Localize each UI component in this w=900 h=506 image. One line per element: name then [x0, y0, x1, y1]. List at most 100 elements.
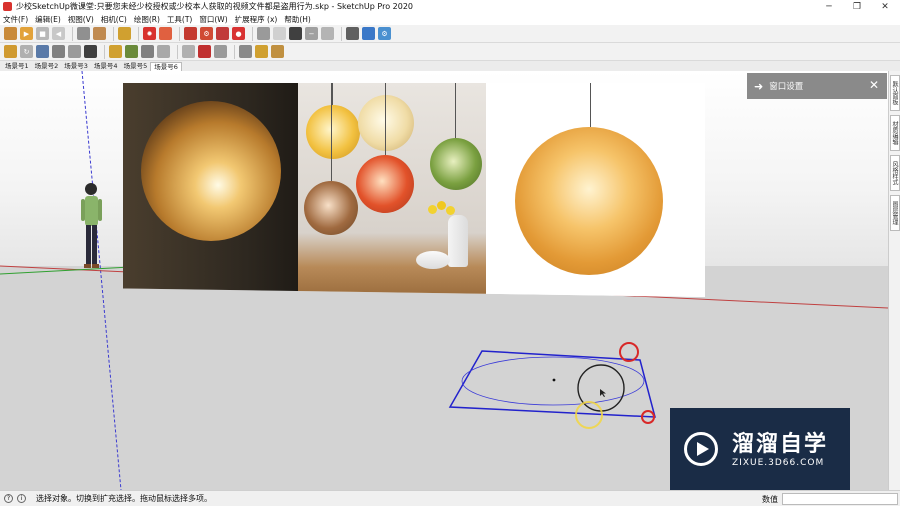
close-icon: ✕	[881, 1, 889, 12]
vray-button-1[interactable]	[4, 45, 17, 58]
vray-button-15[interactable]	[255, 45, 268, 58]
vray-button-6[interactable]	[84, 45, 97, 58]
toolbar-separator	[179, 26, 180, 41]
toolbar-row-1: ▶ ■ ◀ ✹ ⚙ ● − ⚙	[0, 25, 900, 43]
menu-file[interactable]: 文件(F)	[3, 14, 28, 25]
side-tab-layers[interactable]: 图层管理	[890, 195, 900, 231]
gear-icon: ⚙	[203, 29, 210, 38]
title-bar: 少校SketchUp微课堂:只要您未经少校授权或少校本人获取的视频文件都是盗用行…	[0, 0, 900, 13]
scene-tab-6[interactable]: 场景号6	[150, 62, 182, 71]
play-button[interactable]: ▶	[20, 27, 33, 40]
menu-view[interactable]: 视图(V)	[68, 14, 94, 25]
vray-button-12[interactable]	[198, 45, 211, 58]
vray-button-2[interactable]: ↻	[20, 45, 33, 58]
endpoint-inference-marker	[619, 342, 639, 362]
logo-url: ZIXUE.3D66.COM	[732, 458, 825, 468]
menu-bar: 文件(F) 编辑(E) 视图(V) 相机(C) 绘图(R) 工具(T) 窗口(W…	[0, 13, 900, 25]
scene-tab-3[interactable]: 场景号3	[61, 62, 91, 71]
vray-button-5[interactable]	[68, 45, 81, 58]
sun-settings-button[interactable]: ✹	[143, 27, 156, 40]
vray-button-16[interactable]	[271, 45, 284, 58]
arrow-cursor-icon	[600, 389, 606, 397]
vray-button-11[interactable]	[182, 45, 195, 58]
vray-button-9[interactable]	[141, 45, 154, 58]
scene-tabs: 场景号1 场景号2 场景号3 场景号4 场景号5 场景号6	[0, 61, 900, 71]
gear-settings-button[interactable]: ⚙	[378, 27, 391, 40]
file-button-3[interactable]	[289, 27, 302, 40]
menu-help[interactable]: 帮助(H)	[284, 14, 311, 25]
side-tab-strip: 默认面板 材质编辑 风格样式 图层管理	[888, 71, 900, 490]
center-point	[552, 378, 556, 382]
scene-tab-2[interactable]: 场景号2	[32, 62, 62, 71]
info-icon[interactable]: i	[17, 494, 26, 503]
axes-button[interactable]	[346, 27, 359, 40]
measurements-input[interactable]	[782, 493, 898, 505]
vray-button-8[interactable]	[125, 45, 138, 58]
side-tab-styles[interactable]: 风格样式	[890, 155, 900, 191]
measure-button[interactable]	[93, 27, 106, 40]
menu-draw[interactable]: 绘图(R)	[134, 14, 160, 25]
vray-button-14[interactable]	[239, 45, 252, 58]
menu-tools[interactable]: 工具(T)	[167, 14, 192, 25]
restore-icon: ❐	[852, 1, 862, 12]
vray-button-13[interactable]	[214, 45, 227, 58]
menu-window[interactable]: 窗口(W)	[199, 14, 227, 25]
minimize-button[interactable]: ─	[815, 0, 843, 13]
vray-button-3[interactable]	[36, 45, 49, 58]
lock-button[interactable]	[118, 27, 131, 40]
previous-button[interactable]: ◀	[52, 27, 65, 40]
toolbar-separator	[234, 44, 235, 59]
push-pin-button[interactable]	[77, 27, 90, 40]
render-button-4[interactable]: ●	[232, 27, 245, 40]
toolbar-separator	[341, 26, 342, 41]
file-button-4[interactable]: −	[305, 27, 318, 40]
render-button-2[interactable]: ⚙	[200, 27, 213, 40]
measurements-label: 数值	[762, 495, 778, 504]
toolbar-row-2: ↻	[0, 43, 900, 61]
toolbar-separator	[72, 26, 73, 41]
menu-camera[interactable]: 相机(C)	[101, 14, 127, 25]
play-icon: ▶	[23, 29, 30, 38]
scene-tab-1[interactable]: 场景号1	[2, 62, 32, 71]
side-tab-materials[interactable]: 材质编辑	[890, 115, 900, 151]
tray-title: 窗口设置	[769, 82, 804, 92]
play-logo-icon	[684, 432, 718, 466]
tray-close-icon[interactable]: ✕	[869, 78, 879, 92]
circle-cursor	[577, 364, 625, 412]
refresh-icon: ↻	[23, 47, 30, 56]
file-button-1[interactable]	[257, 27, 270, 40]
vray-button-7[interactable]	[109, 45, 122, 58]
target-button[interactable]	[159, 27, 172, 40]
vray-button-4[interactable]	[52, 45, 65, 58]
side-tab-default[interactable]: 默认面板	[890, 75, 900, 111]
previous-icon: ◀	[55, 29, 62, 38]
render-button-3[interactable]	[216, 27, 229, 40]
toolbar-separator	[138, 26, 139, 41]
logo-brand: 溜溜自学	[732, 432, 829, 457]
tray-window-settings[interactable]: ➜ 窗口设置 ✕	[747, 73, 887, 99]
settings-icon: ⚙	[381, 29, 388, 38]
close-window-button[interactable]: ✕	[871, 0, 899, 13]
minimize-icon: ─	[826, 1, 832, 12]
vray-button-10[interactable]	[157, 45, 170, 58]
scene-tab-5[interactable]: 场景号5	[121, 62, 151, 71]
building-button[interactable]	[362, 27, 375, 40]
toolbar-separator	[177, 44, 178, 59]
file-button-5[interactable]	[321, 27, 334, 40]
select-tool-button[interactable]	[4, 27, 17, 40]
window-title: 少校SketchUp微课堂:只要您未经少校授权或少校本人获取的视频文件都是盗用行…	[16, 2, 413, 11]
toolbar-separator	[113, 26, 114, 41]
stop-button[interactable]: ■	[36, 27, 49, 40]
toolbar-separator	[104, 44, 105, 59]
scene-tab-4[interactable]: 场景号4	[91, 62, 121, 71]
menu-extensions[interactable]: 扩展程序 (x)	[235, 14, 278, 25]
sketchup-app-icon	[3, 2, 12, 11]
menu-edit[interactable]: 编辑(E)	[35, 14, 61, 25]
restore-button[interactable]: ❐	[843, 0, 871, 13]
file-button-2[interactable]	[273, 27, 286, 40]
sun-icon: ✹	[146, 29, 153, 38]
render-button-1[interactable]	[184, 27, 197, 40]
status-message: 选择对象。切换到扩充选择。拖动鼠标选择多项。	[36, 494, 212, 503]
watermark-logo: 溜溜自学 ZIXUE.3D66.COM	[670, 408, 850, 492]
geo-location-icon[interactable]: ?	[4, 494, 13, 503]
